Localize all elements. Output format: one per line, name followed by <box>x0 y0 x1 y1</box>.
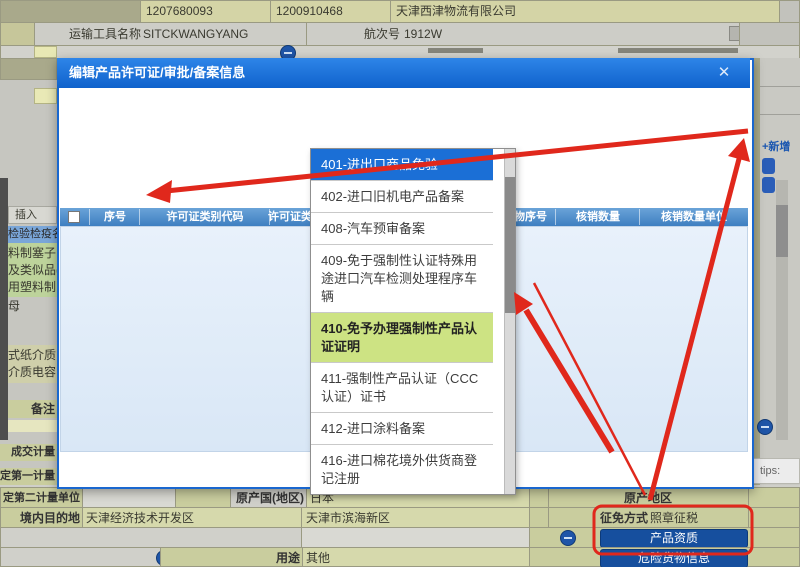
second-unit-value <box>82 487 176 508</box>
fragment-text: 及类似品( <box>8 262 57 279</box>
usage-value: 其他 <box>306 548 506 567</box>
cell <box>301 527 530 548</box>
tab-insert[interactable]: 插入 <box>8 206 57 224</box>
cell <box>0 547 161 567</box>
product-qualification-button[interactable]: 产品资质 <box>600 529 748 548</box>
background-add-button[interactable]: +新增 <box>762 140 800 154</box>
voyage-value: 1912W <box>404 24 484 44</box>
dropdown-item-402[interactable]: 402-进口旧机电产品备案 <box>311 181 493 213</box>
tips-label: tips: <box>760 461 800 481</box>
origin-area-label: 原产地区 <box>548 488 748 508</box>
remark-label: 备注 <box>8 400 57 418</box>
toolbar-pill-icon[interactable] <box>762 158 775 174</box>
info-icon[interactable] <box>560 530 576 546</box>
ciq-column-header-fragment: 检验检疫名 <box>8 226 57 243</box>
dropdown-scrollbar-track[interactable] <box>504 149 515 494</box>
fragment-text: 式纸介质 <box>8 347 57 364</box>
col-type-code[interactable]: 许可证类别代码 <box>140 208 270 226</box>
left-dark-strip <box>0 178 8 440</box>
deal-qty-label-fragment: 成交计量 <box>0 444 57 461</box>
dropdown-item-410[interactable]: 410-免予办理强制性产品认证证明 <box>311 313 493 363</box>
second-unit-label: 定第二计量单位 <box>0 488 80 508</box>
close-icon[interactable]: ✕ <box>712 61 736 85</box>
cell <box>8 420 57 432</box>
fragment-text: 母 <box>8 298 57 314</box>
dest-area-value: 天津市滨海新区 <box>306 508 526 528</box>
select-all-checkbox[interactable] <box>68 211 80 223</box>
divider <box>306 23 307 45</box>
divider <box>760 114 800 115</box>
cell <box>748 487 800 508</box>
cell <box>748 507 800 528</box>
bill-no-cell: 1200910468 <box>270 0 391 23</box>
usage-label: 用途 <box>176 548 300 567</box>
cell <box>175 487 231 508</box>
fragment-text: 介质电容 <box>8 364 57 381</box>
dropdown-scrollbar-thumb[interactable] <box>505 177 515 313</box>
dropdown-item-409[interactable]: 409-免于强制性认证特殊用途进口汽车检测处理程序车辆 <box>311 245 493 313</box>
dropdown-item-411[interactable]: 411-强制性产品认证（CCC认证）证书 <box>311 363 493 413</box>
dest-value: 天津经济技术开发区 <box>86 508 298 528</box>
dest-label: 境内目的地 <box>0 508 80 528</box>
license-type-dropdown: 401-进出口商品免验 402-进口旧机电产品备案 408-汽车预审备案 409… <box>310 148 516 495</box>
dropdown-item-401[interactable]: 401-进出口商品免验 <box>311 149 493 181</box>
screen: 1207680093 1200910468 天津西津物流有限公司 运输工具名称 … <box>0 0 800 567</box>
manifest-no-cell: 1207680093 <box>140 0 271 23</box>
clipped-text <box>618 48 738 53</box>
cell <box>34 46 57 58</box>
col-unit[interactable]: 核销数量单位 <box>640 208 748 226</box>
cell <box>34 88 57 104</box>
dropdown-item-408[interactable]: 408-汽车预审备案 <box>311 213 493 245</box>
transport-name-label: 运输工具名称 <box>57 24 141 44</box>
cell <box>0 527 302 548</box>
dropdown-item-412[interactable]: 412-进口涂料备案 <box>311 413 493 445</box>
cell <box>779 0 800 23</box>
dropdown-item-416[interactable]: 416-进口棉花境外供货商登记注册 <box>311 445 493 494</box>
divider <box>760 86 800 87</box>
cell <box>529 487 549 508</box>
dangerous-goods-button[interactable]: 危险货物信息 <box>600 549 748 567</box>
col-seq[interactable]: 序号 <box>90 208 140 226</box>
voyage-label: 航次号 <box>310 24 400 44</box>
cell <box>0 22 35 46</box>
info-icon[interactable] <box>757 419 773 435</box>
fragment-text: 料制塞子， <box>8 245 57 262</box>
col-qty[interactable]: 核销数量 <box>556 208 640 226</box>
scrollbar-thumb[interactable] <box>776 205 788 257</box>
origin-country-label: 原产国(地区) <box>228 488 304 508</box>
company-name-cell: 天津西津物流有限公司 <box>390 0 780 23</box>
first-qty-label-fragment: 定第一计量 <box>0 468 57 485</box>
toolbar-pill-icon[interactable] <box>762 177 775 193</box>
cell <box>739 22 800 46</box>
cell <box>529 507 549 528</box>
fragment-text: 用塑料制 <box>8 279 57 296</box>
clipped-text <box>428 48 483 53</box>
modal-titlebar[interactable]: 编辑产品许可证/审批/备案信息 <box>57 58 750 88</box>
modal-title-text: 编辑产品许可证/审批/备案信息 <box>69 65 245 80</box>
transport-name-value: SITCKWANGYANG <box>143 24 303 44</box>
top-empty-cell <box>0 0 141 23</box>
cell <box>0 58 57 80</box>
levy-label: 征免方式 <box>548 508 648 528</box>
levy-value: 照章征税 <box>650 508 745 528</box>
